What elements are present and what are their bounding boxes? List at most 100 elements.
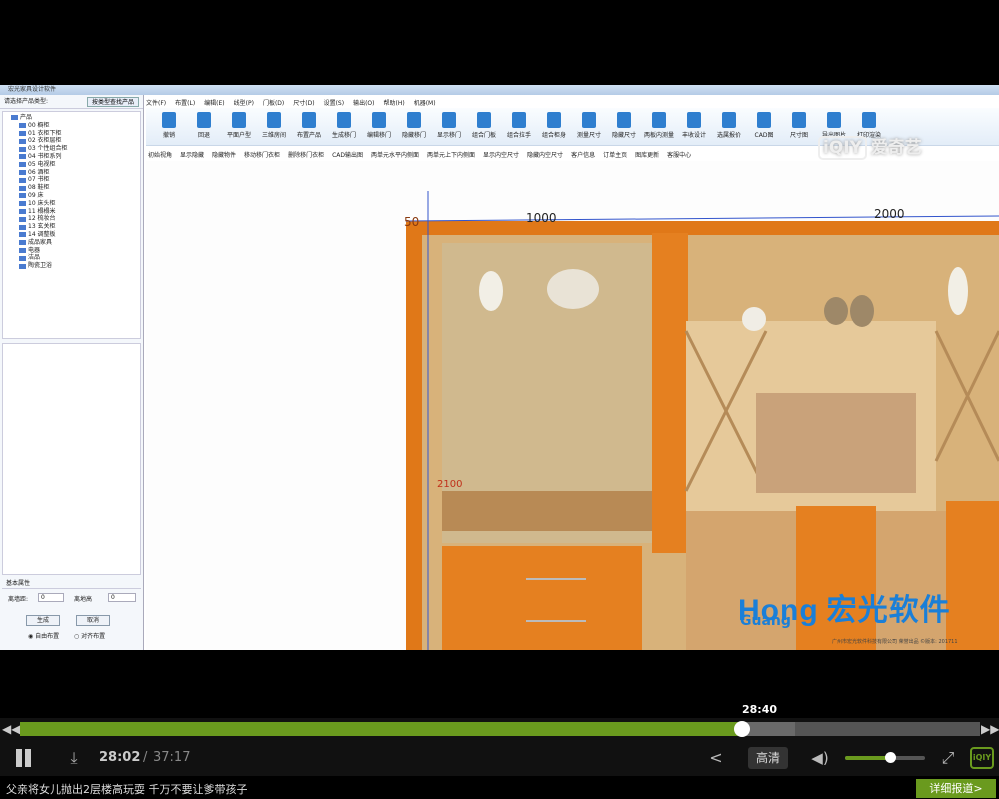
volume-handle[interactable]: [885, 752, 896, 763]
view-command[interactable]: 显示内空尺寸: [483, 150, 519, 159]
quality-button[interactable]: 高清: [748, 747, 788, 769]
toolbar-button[interactable]: 回退: [187, 112, 221, 139]
folder-icon: [19, 216, 26, 222]
iqiyi-logo: iQIY: [818, 136, 867, 160]
radio-free-layout[interactable]: ◉ 自由布置: [28, 631, 59, 640]
search-by-type-button[interactable]: 按类型查找产品: [86, 97, 139, 107]
tree-item[interactable]: 05 电视柜: [11, 161, 140, 169]
tree-item[interactable]: 03 个性组合柜: [11, 145, 140, 153]
menu-item[interactable]: 文件(F): [146, 98, 166, 107]
tool-icon: [442, 112, 456, 128]
toolbar-button[interactable]: 组合拉手: [502, 112, 536, 139]
toolbar-button[interactable]: CAD图: [747, 112, 781, 139]
view-command[interactable]: 订单主页: [603, 150, 627, 159]
tree-item[interactable]: 09 床: [11, 192, 140, 200]
toolbar-button[interactable]: 隐藏尺寸: [607, 112, 641, 139]
product-tree[interactable]: 产品 00 橱柜 01 衣柜下柜 02 衣柜层柜 03 个性组合柜 04 书柜系列 05 …: [2, 111, 141, 339]
toolbar-button[interactable]: 平面户型: [222, 112, 256, 139]
toolbar-button[interactable]: 两板内测量: [642, 112, 676, 139]
toolbar-button[interactable]: 显示移门: [432, 112, 466, 139]
view-command[interactable]: 移动移门衣柜: [244, 150, 280, 159]
copyright-text: 广州市宏光软件科技有限公司 荣誉出品 ©版本: 201711: [832, 639, 958, 645]
toolbar-button[interactable]: 组合门板: [467, 112, 501, 139]
toolbar-button[interactable]: 三维房间: [257, 112, 291, 139]
tree-item[interactable]: 成品家具: [11, 239, 140, 247]
menu-item[interactable]: 门板(D): [263, 98, 284, 107]
tree-item[interactable]: 04 书柜系列: [11, 153, 140, 161]
view-command[interactable]: 客服中心: [667, 150, 691, 159]
toolbar-button[interactable]: 布置产品: [292, 112, 326, 139]
tree-item[interactable]: 14 调整板: [11, 231, 140, 239]
tree-item[interactable]: 07 书柜: [11, 176, 140, 184]
fullscreen-icon[interactable]: ⤢: [938, 748, 958, 768]
toolbar-button[interactable]: 尺寸图: [782, 112, 816, 139]
tree-item[interactable]: 洁品: [11, 254, 140, 262]
folder-icon: [19, 255, 26, 261]
dimension-label-2100: 2100: [437, 479, 463, 490]
toolbar-button[interactable]: 丰收设计: [677, 112, 711, 139]
view-command[interactable]: 图库更新: [635, 150, 659, 159]
menu-item[interactable]: 帮助(H): [384, 98, 405, 107]
toolbar-label: 生成移门: [331, 132, 356, 139]
menu-item[interactable]: 机器(M): [414, 98, 436, 107]
tree-item[interactable]: 13 玄关柜: [11, 223, 140, 231]
tool-icon: [512, 112, 526, 128]
toolbar-label: 编辑移门: [366, 132, 391, 139]
menu-item[interactable]: 编辑(E): [204, 98, 224, 107]
toolbar-button[interactable]: 撤销: [152, 112, 186, 139]
menu-item[interactable]: 布置(L): [175, 98, 195, 107]
folder-icon: [11, 115, 18, 121]
view-command[interactable]: 客户信息: [571, 150, 595, 159]
toolbar-label: 组合柜身: [541, 132, 566, 139]
progress-bar[interactable]: ◀◀ ▶▶: [0, 718, 999, 740]
toolbar-button[interactable]: 选属报价: [712, 112, 746, 139]
toolbar-button[interactable]: 生成移门: [327, 112, 361, 139]
view-command[interactable]: CAD输出图: [332, 150, 363, 159]
news-headline[interactable]: 父亲将女儿抛出2层楼高玩耍 千万不要让爹带孩子: [6, 781, 248, 797]
wall-distance-field[interactable]: 0: [38, 593, 64, 602]
volume-icon[interactable]: ◀): [810, 748, 830, 768]
rewind-icon[interactable]: ◀◀: [2, 721, 20, 737]
menu-item[interactable]: 设置(S): [324, 98, 345, 107]
tree-root[interactable]: 产品: [11, 114, 140, 122]
iqiyi-small-logo[interactable]: iQIY: [970, 747, 994, 769]
pause-icon[interactable]: [16, 749, 36, 767]
view-command[interactable]: 隐藏内空尺寸: [527, 150, 563, 159]
view-command[interactable]: 两单元上下内侧面: [427, 150, 475, 159]
share-icon[interactable]: <: [706, 748, 726, 768]
3d-canvas[interactable]: [146, 161, 999, 650]
menu-item[interactable]: 输出(O): [353, 98, 374, 107]
tree-item[interactable]: 10 床头柜: [11, 200, 140, 208]
folder-icon: [19, 169, 26, 175]
toolbar-button[interactable]: 编辑移门: [362, 112, 396, 139]
toolbar-button[interactable]: 隐藏移门: [397, 112, 431, 139]
tree-item[interactable]: 陶瓷卫浴: [11, 262, 140, 270]
view-command[interactable]: 隐藏物件: [212, 150, 236, 159]
menu-item[interactable]: 尺寸(D): [293, 98, 314, 107]
tool-icon: [407, 112, 421, 128]
view-command[interactable]: 删除移门衣柜: [288, 150, 324, 159]
tree-item[interactable]: 08 鞋柜: [11, 184, 140, 192]
generate-button[interactable]: 生成: [26, 615, 60, 626]
forward-icon[interactable]: ▶▶: [981, 721, 999, 737]
floor-height-field[interactable]: 0: [108, 593, 136, 602]
folder-icon: [19, 154, 26, 160]
radio-align-layout[interactable]: ○ 对齐布置: [74, 631, 105, 640]
details-button[interactable]: 详细报道>: [916, 779, 996, 798]
view-command[interactable]: 初始视角: [148, 150, 172, 159]
menu-item[interactable]: 线型(P): [234, 98, 254, 107]
view-command[interactable]: 显示隐藏: [180, 150, 204, 159]
cancel-button[interactable]: 取消: [76, 615, 110, 626]
progress-handle[interactable]: [733, 721, 750, 737]
folder-icon: [19, 247, 26, 253]
toolbar-label: 尺寸图: [789, 132, 808, 139]
toolbar-button[interactable]: 测量尺寸: [572, 112, 606, 139]
toolbar-button[interactable]: 组合柜身: [537, 112, 571, 139]
view-command[interactable]: 两单元水平内侧面: [371, 150, 419, 159]
video-frame[interactable]: 宏光家具设计软件 请选择产品类型: 按类型查找产品 产品 00 橱柜 01 衣柜下…: [0, 85, 999, 650]
download-icon[interactable]: ⤓: [64, 748, 84, 768]
folder-icon: [19, 123, 26, 129]
tree-item[interactable]: 12 梳妆台: [11, 215, 140, 223]
tree-item[interactable]: 00 橱柜: [11, 122, 140, 130]
dimension-label-1000: 1000: [526, 211, 557, 225]
